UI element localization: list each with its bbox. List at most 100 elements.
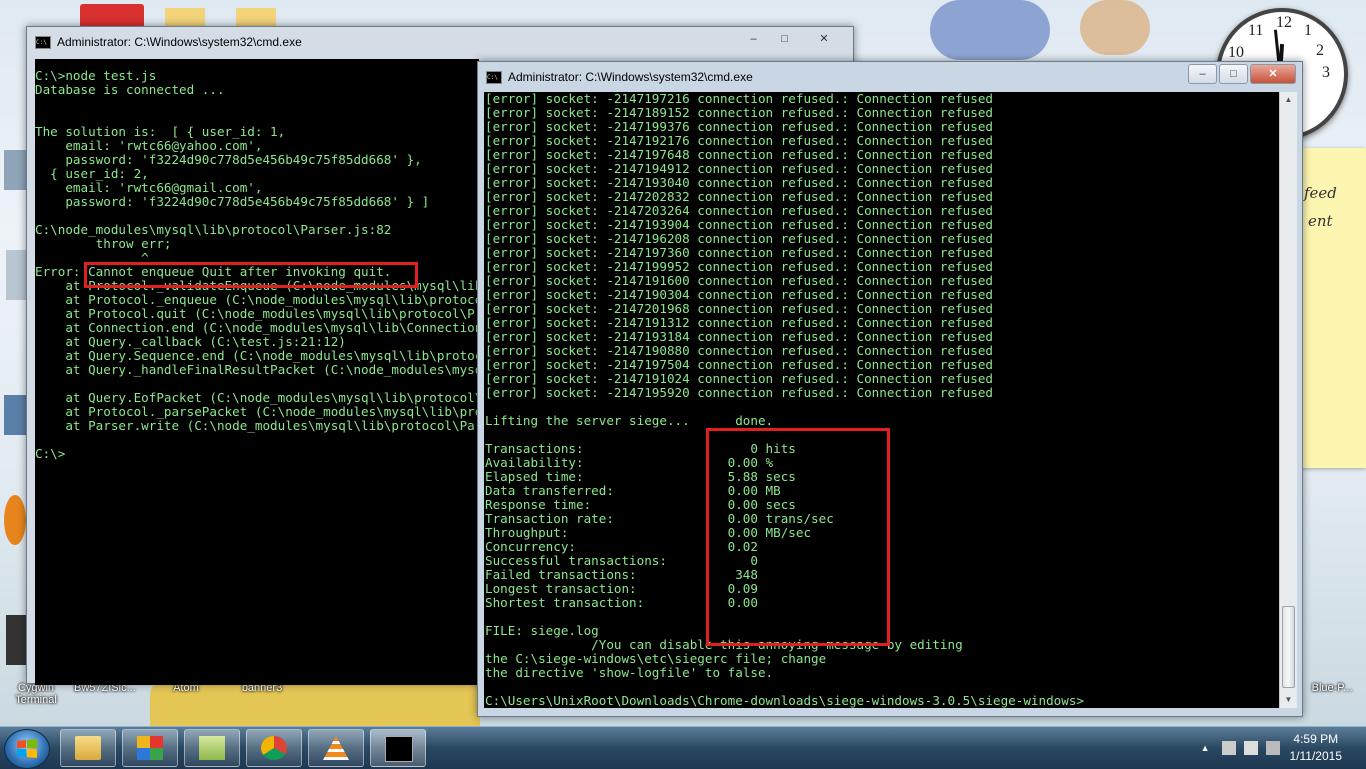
close-button[interactable]: ✕ bbox=[1250, 64, 1296, 84]
cmd-window-foreground[interactable]: C:\ Administrator: C:\Windows\system32\c… bbox=[477, 61, 1303, 717]
window-title: Administrator: C:\Windows\system32\cmd.e… bbox=[57, 35, 302, 49]
wallpaper-character bbox=[930, 0, 1050, 60]
console-line: [error] socket: -2147190880 connection r… bbox=[485, 343, 993, 358]
console-line: [error] socket: -2147191312 connection r… bbox=[485, 315, 993, 330]
start-button[interactable] bbox=[4, 729, 50, 769]
console-line: Database is connected ... bbox=[35, 82, 225, 97]
desktop-icon-top-red[interactable] bbox=[80, 4, 144, 28]
console-line: at Protocol.quit (C:\node_modules\mysql\… bbox=[65, 306, 479, 321]
console-line: [error] socket: -2147191600 connection r… bbox=[485, 273, 993, 288]
minimize-button[interactable]: – bbox=[1188, 64, 1217, 84]
taskbar-button-vlc[interactable] bbox=[308, 729, 364, 767]
console-line: [error] socket: -2147190304 connection r… bbox=[485, 287, 993, 302]
desktop-icon-left-3[interactable] bbox=[4, 395, 26, 435]
taskbar-date: 1/11/2015 bbox=[1289, 749, 1343, 763]
window-title: Administrator: C:\Windows\system32\cmd.e… bbox=[508, 70, 753, 84]
console-line: password: 'f3224d90c778d5e456b49c75f85dd… bbox=[35, 152, 422, 167]
console-line: [error] socket: -2147197648 connection r… bbox=[485, 147, 993, 162]
taskbar-button-metro[interactable] bbox=[122, 729, 178, 767]
folder-icon bbox=[75, 736, 101, 760]
taskbar-button-folder[interactable] bbox=[184, 729, 240, 767]
desktop-icon-blue-p[interactable]: Blue-P... bbox=[1302, 682, 1362, 694]
maximize-button[interactable]: □ bbox=[1219, 64, 1248, 84]
sticky-note[interactable]: feed ent bbox=[1300, 148, 1366, 468]
minimize-button[interactable]: – bbox=[739, 29, 768, 49]
close-button[interactable]: ✕ bbox=[801, 29, 847, 49]
sticky-note-line: ent bbox=[1308, 212, 1333, 230]
cmd-icon bbox=[385, 736, 413, 762]
highlight-box-error bbox=[84, 262, 418, 288]
chrome-icon bbox=[261, 736, 287, 760]
clock-number: 1 bbox=[1304, 22, 1312, 39]
scroll-thumb[interactable] bbox=[1282, 606, 1295, 688]
desktop-icon-left-4[interactable] bbox=[4, 495, 26, 545]
console-line: C:\Users\UnixRoot\Downloads\Chrome-downl… bbox=[485, 693, 1084, 708]
clock-number: 10 bbox=[1228, 44, 1244, 61]
desktop-icon-top-folder2[interactable] bbox=[236, 8, 276, 28]
console-line: [error] socket: -2147196208 connection r… bbox=[485, 231, 993, 246]
clock-number: 2 bbox=[1316, 42, 1324, 59]
cmd-icon: C:\ bbox=[486, 70, 502, 84]
console-line: [error] socket: -2147199952 connection r… bbox=[485, 259, 993, 274]
tiles-icon bbox=[137, 736, 163, 760]
show-hidden-icons-button[interactable]: ▲ bbox=[1201, 743, 1210, 753]
desktop-icon-label: Blue-P... bbox=[1311, 682, 1353, 694]
console-line: Lifting the server siege... done. bbox=[485, 413, 774, 428]
scroll-down-arrow[interactable]: ▼ bbox=[1280, 692, 1297, 708]
console-line: the C:\siege-windows\etc\siegerc file; c… bbox=[485, 651, 827, 666]
desktop-icon-left-2[interactable] bbox=[6, 250, 26, 300]
console-line: [error] socket: -2147192176 connection r… bbox=[485, 133, 993, 148]
window-titlebar[interactable]: C:\ Administrator: C:\Windows\system32\c… bbox=[27, 27, 853, 57]
taskbar-button-explorer[interactable] bbox=[60, 729, 116, 767]
desktop-icon-top-folder[interactable] bbox=[165, 8, 205, 28]
console-line: [error] socket: -2147193040 connection r… bbox=[485, 175, 993, 190]
desktop-icon-cygwin[interactable]: Cygwin Terminal bbox=[6, 682, 66, 706]
console-line: [error] socket: -2147194912 connection r… bbox=[485, 161, 993, 176]
console-line: at Connection.end (C:\node_modules\mysql… bbox=[35, 320, 479, 335]
console-line: The solution is: [ { user_id: 1, bbox=[35, 124, 286, 139]
vertical-scrollbar[interactable]: ▲ ▼ bbox=[1279, 92, 1297, 708]
taskbar-button-cmd[interactable] bbox=[370, 729, 426, 767]
window-titlebar[interactable]: C:\ Administrator: C:\Windows\system32\c… bbox=[478, 62, 1302, 92]
windows-logo-icon bbox=[17, 739, 37, 758]
action-center-icon[interactable] bbox=[1243, 741, 1258, 755]
volume-icon[interactable] bbox=[1265, 741, 1280, 755]
console-line: [error] socket: -2147197216 connection r… bbox=[485, 92, 993, 106]
wallpaper-character-2 bbox=[1080, 0, 1150, 55]
console-line: [error] socket: -2147201968 connection r… bbox=[485, 301, 993, 316]
console-line: email: 'rwtc66@gmail.com', bbox=[35, 180, 263, 195]
console-line: [error] socket: -2147197360 connection r… bbox=[485, 245, 993, 260]
scroll-up-arrow[interactable]: ▲ bbox=[1280, 92, 1297, 108]
console-line: throw err; bbox=[35, 236, 172, 251]
console-line: [error] socket: -2147202832 connection r… bbox=[485, 189, 993, 204]
folder-icon bbox=[199, 736, 225, 760]
desktop-icon-left-1[interactable] bbox=[4, 150, 26, 190]
console-line: at Query._handleFinalResultPacket (C:\no… bbox=[65, 362, 479, 377]
console-line: email: 'rwtc66@yahoo.com', bbox=[35, 138, 263, 153]
console-line: C:\node_modules\mysql\lib\protocol\Parse… bbox=[35, 222, 392, 237]
network-icon[interactable] bbox=[1221, 741, 1236, 755]
sticky-note-line: feed bbox=[1304, 184, 1337, 202]
console-line: [error] socket: -2147189152 connection r… bbox=[485, 105, 993, 120]
console-line: C:\>node test.js bbox=[35, 68, 157, 83]
taskbar-clock[interactable]: 4:59 PM 1/11/2015 bbox=[1290, 731, 1343, 765]
console-line: at Query._callback (C:\test.js:21:12) bbox=[35, 334, 346, 349]
console-line: [error] socket: -2147195920 connection r… bbox=[485, 385, 993, 400]
taskbar-button-chrome[interactable] bbox=[246, 729, 302, 767]
maximize-button[interactable]: □ bbox=[770, 29, 799, 49]
system-tray: ▲ 4:59 PM 1/11/2015 bbox=[1201, 727, 1366, 769]
desktop-icon-left-5[interactable] bbox=[6, 615, 26, 665]
console-line: C:\> bbox=[35, 446, 66, 461]
desktop-icon-label: Cygwin Terminal bbox=[15, 682, 57, 706]
taskbar-time: 4:59 PM bbox=[1293, 732, 1339, 746]
console-output[interactable]: C:\>node test.js Database is connected ..… bbox=[35, 59, 479, 685]
console-line: at Parser.write (C:\node_modules\mysql\l… bbox=[35, 418, 479, 433]
console-line: [error] socket: -2147199376 connection r… bbox=[485, 119, 993, 134]
clock-number: 12 bbox=[1276, 14, 1292, 31]
console-line: [error] socket: -2147193904 connection r… bbox=[485, 217, 993, 232]
console-line: [error] socket: -2147191024 connection r… bbox=[485, 371, 993, 386]
